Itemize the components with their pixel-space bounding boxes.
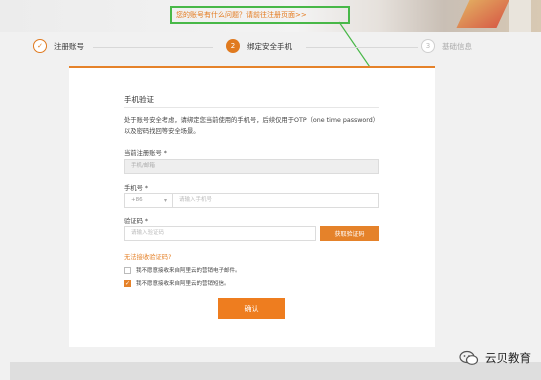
step-register-account: ✓ 注册账号 (33, 39, 84, 53)
watermark: 云贝教育 (459, 350, 531, 366)
phone-label: 手机号 * (124, 185, 149, 192)
code-label: 验证码 * (124, 218, 149, 225)
step-3-label: 基础信息 (442, 41, 472, 51)
step-bind-phone: 2 绑定安全手机 (226, 39, 292, 53)
sms-optout-checkbox[interactable]: ✓ (124, 279, 131, 287)
email-optout-label: 我不愿意接收来自阿里云的营销电子邮件。 (136, 268, 241, 274)
email-optout-checkbox[interactable] (124, 266, 131, 274)
country-code-select[interactable]: +86 ▾ (125, 194, 173, 207)
step-2-number: 2 (226, 39, 240, 53)
step-connector-1 (93, 47, 213, 48)
confirm-button[interactable]: 确认 (218, 298, 285, 319)
step-connector-2 (306, 47, 418, 48)
phone-verification-card: 手机验证 处于账号安全考虑，请绑定您当前使用的手机号，后续仅用于OTP（one … (69, 66, 435, 347)
country-code-value: +86 (131, 197, 143, 203)
step-basic-info: 3 基础信息 (421, 39, 472, 53)
email-optout-row[interactable]: 我不愿意接收来自阿里云的营销电子邮件。 (124, 266, 241, 274)
chevron-down-icon: ▾ (163, 197, 167, 204)
step-2-label: 绑定安全手机 (247, 41, 292, 51)
code-input[interactable]: 请输入验证码 (124, 226, 316, 241)
wechat-icon (459, 350, 479, 365)
title-divider (124, 107, 379, 108)
sms-optout-row[interactable]: ✓ 我不愿意接收来自阿里云的营销短信。 (124, 279, 230, 287)
phone-input-placeholder: 请输入手机号 (179, 197, 213, 203)
form-description: 处于账号安全考虑，请绑定您当前使用的手机号，后续仅用于OTP（one time … (124, 117, 376, 135)
cannot-receive-code-link[interactable]: 无法接收验证码? (124, 252, 171, 261)
phone-field[interactable]: +86 ▾ 请输入手机号 (124, 193, 379, 208)
account-label: 当前注册账号 * (124, 150, 167, 157)
banner-decoration (456, 0, 510, 28)
register-page-notice-link[interactable]: 您的账号有什么问题？请前往注册页面>> (170, 6, 350, 24)
step-3-number: 3 (421, 39, 435, 53)
form-title: 手机验证 (124, 95, 154, 104)
sms-optout-label: 我不愿意接收来自阿里云的营销短信。 (136, 281, 230, 287)
account-field: 手机/邮箱 (124, 159, 379, 174)
progress-steps: ✓ 注册账号 2 绑定安全手机 3 基础信息 (0, 35, 541, 61)
top-banner: 您的账号有什么问题？请前往注册页面>> (0, 0, 541, 32)
watermark-text: 云贝教育 (485, 351, 531, 365)
get-code-button[interactable]: 获取验证码 (320, 226, 379, 241)
step-1-label: 注册账号 (54, 41, 84, 51)
step-1-check-icon: ✓ (33, 39, 47, 53)
banner-decoration-right (509, 0, 531, 32)
